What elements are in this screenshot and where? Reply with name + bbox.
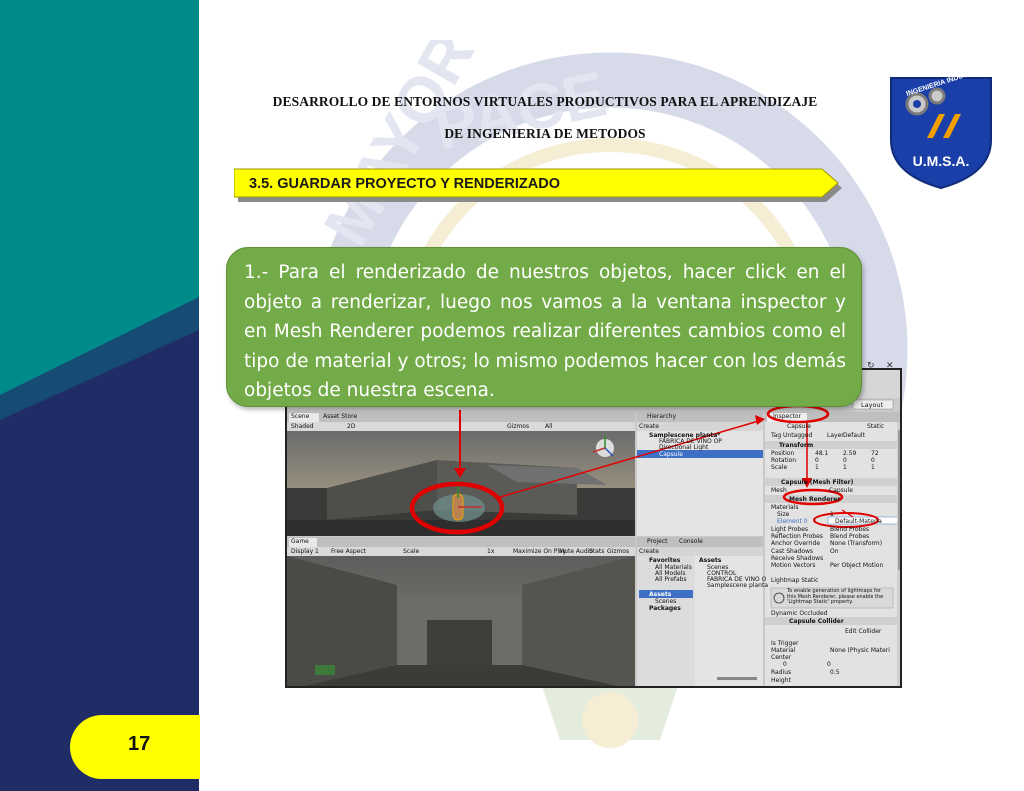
document-title-line-2: DE INGENIERIA DE METODOS: [444, 126, 646, 141]
rotation-label: Rotation: [771, 457, 797, 464]
element0-material-field[interactable]: Default-Materia: [835, 518, 882, 525]
radius-field[interactable]: 0.5: [830, 669, 840, 676]
position-x[interactable]: 48.1: [815, 450, 828, 457]
lightmap-info-text: To enable generation of lightmaps for th…: [787, 588, 884, 605]
materials-foldout[interactable]: Materials: [771, 504, 799, 511]
scene-search[interactable]: All: [545, 423, 552, 430]
assets-title: Assets: [699, 557, 722, 564]
unity-editor-image: [287, 370, 900, 686]
edit-collider-button[interactable]: Edit Collider: [845, 628, 881, 635]
asset-item[interactable]: Samplescene planta: [707, 582, 768, 589]
assets-folder[interactable]: Assets: [649, 591, 671, 598]
document-title-line-1: DESARROLLO DE ENTORNOS VIRTUALES PRODUCT…: [272, 94, 818, 109]
capsule-collider-header[interactable]: Capsule Collider: [789, 618, 844, 625]
scale-row-label: Scale: [771, 464, 788, 471]
unity-editor-screenshot: Scene Asset Store Shaded 2D Gizmos All L…: [285, 368, 902, 688]
close-icon[interactable]: ✕: [886, 361, 894, 371]
light-probes-dropdown[interactable]: Blend Probes: [830, 526, 869, 533]
stats-toggle[interactable]: Stats: [589, 548, 604, 555]
shaded-dropdown[interactable]: Shaded: [291, 423, 314, 430]
motion-vectors-dropdown[interactable]: Per Object Motion: [830, 562, 883, 569]
rotation-z[interactable]: 0: [871, 457, 875, 464]
hierarchy-item-selected[interactable]: Capsule: [659, 451, 683, 458]
favorites-folder[interactable]: Favorites: [649, 557, 680, 564]
object-name-field[interactable]: Capsule: [787, 423, 811, 430]
2d-toggle[interactable]: 2D: [347, 423, 355, 430]
center-x[interactable]: 0: [783, 661, 787, 668]
scale-z[interactable]: 1: [871, 464, 875, 471]
element0-label: Element 0: [777, 518, 808, 525]
rotation-y[interactable]: 0: [843, 457, 847, 464]
hierarchy-tab[interactable]: Hierarchy: [647, 413, 676, 420]
scale-label: Scale: [403, 548, 420, 555]
static-toggle[interactable]: Static: [867, 423, 884, 430]
layer-label: Layer: [827, 432, 844, 439]
restore-icon[interactable]: ↻: [867, 361, 875, 371]
page-number: 17: [128, 733, 151, 755]
instruction-text: 1.- Para el renderizado de nuestros obje…: [244, 262, 846, 401]
size-field[interactable]: 1: [830, 511, 834, 518]
packages-folder[interactable]: Packages: [649, 605, 681, 612]
reflection-probes-dropdown[interactable]: Blend Probes: [830, 533, 869, 540]
anchor-override-label: Anchor Override: [771, 540, 821, 547]
display-dropdown[interactable]: Display 1: [291, 548, 319, 555]
gizmos-dropdown[interactable]: Gizmos: [507, 423, 529, 430]
position-z[interactable]: 72: [871, 450, 879, 457]
cast-shadows-dropdown[interactable]: On: [830, 548, 839, 555]
position-label: Position: [771, 450, 795, 457]
layer-dropdown[interactable]: Default: [843, 432, 865, 439]
tag-dropdown[interactable]: Untagged: [783, 432, 812, 439]
mesh-renderer-header[interactable]: Mesh Renderer: [789, 496, 840, 503]
svg-text:MAYOR: MAYOR: [310, 40, 489, 257]
hierarchy-item[interactable]: Directional Light: [659, 444, 708, 451]
transform-header[interactable]: Transform: [779, 442, 813, 449]
section-heading: 3.5. GUARDAR PROYECTO Y RENDERIZADO: [249, 176, 560, 192]
logo-caption: U.M.S.A.: [913, 153, 970, 169]
cast-shadows-label: Cast Shadows: [771, 548, 814, 555]
project-create[interactable]: Create: [639, 548, 659, 555]
size-label: Size: [777, 511, 790, 518]
inspector-tab[interactable]: Inspector: [773, 413, 801, 420]
left-decorative-band: [0, 0, 199, 791]
center-y[interactable]: 0: [827, 661, 831, 668]
motion-vectors-label: Motion Vectors: [771, 562, 816, 569]
game-tab[interactable]: Game: [291, 538, 309, 545]
material-label: Material: [771, 647, 796, 654]
mute-toggle[interactable]: Mute Audio: [559, 548, 593, 555]
physic-material-field[interactable]: None (Physic Materi: [830, 647, 890, 654]
scene-tab[interactable]: Scene: [291, 413, 309, 420]
favorite-item[interactable]: All Prefabs: [655, 576, 687, 583]
svg-text:PACE: PACE: [428, 57, 612, 163]
gizmos-game-dropdown[interactable]: Gizmos: [607, 548, 629, 555]
rotation-x[interactable]: 0: [815, 457, 819, 464]
lightmap-static-label: Lightmap Static: [771, 577, 819, 584]
tag-label: Tag: [771, 432, 782, 439]
hierarchy-create[interactable]: Create: [639, 423, 659, 430]
center-label: Center: [771, 654, 792, 661]
aspect-dropdown[interactable]: Free Aspect: [331, 548, 366, 555]
mesh-filter-header[interactable]: Capsule (Mesh Filter): [781, 479, 853, 486]
light-probes-label: Light Probes: [771, 526, 809, 533]
asset-tree-item[interactable]: Scenes: [655, 598, 676, 605]
is-trigger-label: Is Trigger: [771, 640, 799, 647]
console-tab[interactable]: Console: [679, 538, 703, 545]
layout-dropdown[interactable]: Layout: [861, 401, 883, 409]
project-tab[interactable]: Project: [647, 538, 668, 545]
mesh-label: Mesh: [771, 487, 787, 494]
position-y[interactable]: 2.59: [843, 450, 856, 457]
radius-label: Radius: [771, 669, 792, 676]
anchor-override-field[interactable]: None (Transform): [830, 540, 882, 547]
scale-x[interactable]: 1: [815, 464, 819, 471]
receive-shadows-label: Receive Shadows: [771, 555, 824, 562]
ingenieria-industrial-logo: INGENIERIA INDUSTRIAL U.M.S.A.: [890, 70, 992, 190]
mesh-field[interactable]: Capsule: [829, 487, 853, 494]
scale-value: 1x: [487, 548, 495, 555]
dynamic-occluded-label: Dynamic Occluded: [771, 610, 828, 617]
asset-store-tab[interactable]: Asset Store: [323, 413, 357, 420]
scale-y[interactable]: 1: [843, 464, 847, 471]
reflection-probes-label: Reflection Probes: [771, 533, 823, 540]
height-label: Height: [771, 677, 791, 684]
